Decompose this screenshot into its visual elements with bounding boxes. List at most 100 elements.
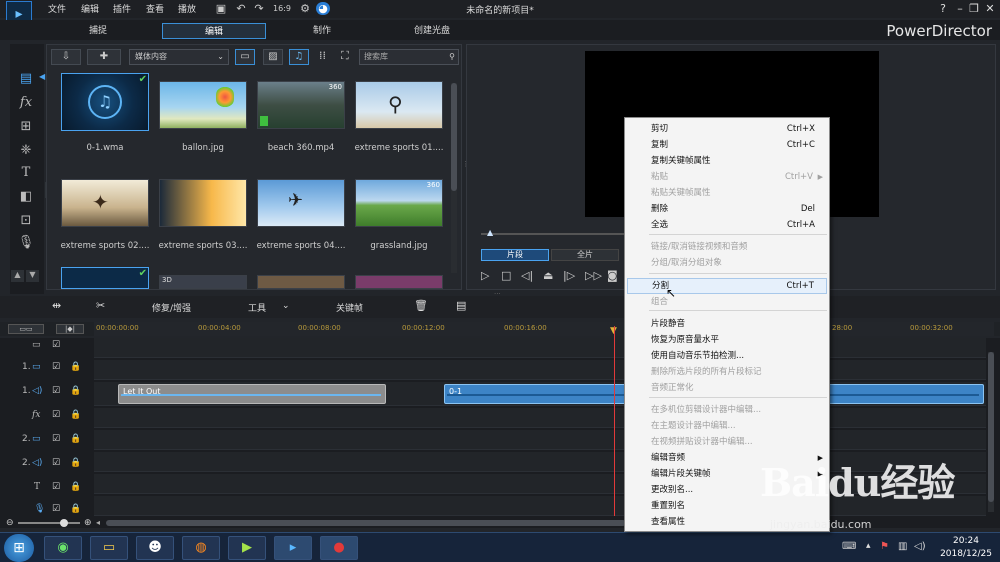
track-lane[interactable]: [94, 360, 986, 380]
split-preview-icon[interactable]: ⏏: [543, 269, 553, 282]
clock-date[interactable]: 2018/12/25: [934, 549, 998, 559]
track-enable-checkbox[interactable]: ☑: [52, 340, 60, 350]
fit-timeline-icon[interactable]: ⇹: [52, 299, 61, 312]
scroll-down-icon[interactable]: ▼: [26, 270, 39, 282]
context-menu-item[interactable]: 全选 Ctrl+A: [627, 217, 827, 233]
record-app-icon[interactable]: ●: [320, 536, 358, 560]
snapshot-icon[interactable]: ◙: [607, 269, 618, 282]
firefox-icon[interactable]: ◍: [182, 536, 220, 560]
panel-splitter-horizontal-icon[interactable]: ···: [494, 290, 508, 298]
split-scissors-icon[interactable]: ✂: [96, 299, 105, 312]
plugin-icon[interactable]: ✚: [87, 49, 121, 65]
lock-icon[interactable]: 🔒: [70, 410, 81, 420]
context-menu-item[interactable]: 删除 Del: [627, 201, 827, 217]
lock-icon[interactable]: 🔒: [70, 504, 81, 514]
clock-time[interactable]: 20:24: [938, 536, 994, 546]
volume-icon[interactable]: ◁): [914, 541, 926, 552]
fullscreen-view-icon[interactable]: ⛶: [341, 49, 355, 65]
mode-edit[interactable]: 编辑: [162, 23, 266, 39]
keyframe-button[interactable]: 关键帧: [336, 301, 363, 314]
context-menu-item[interactable]: 分割 Ctrl+T: [627, 278, 827, 294]
lock-icon[interactable]: 🔒: [70, 434, 81, 444]
track-lane[interactable]: [94, 430, 986, 450]
track-enable-checkbox[interactable]: ☑: [52, 458, 60, 468]
tab-clip-mode[interactable]: 片段: [481, 249, 549, 261]
filter-image-icon[interactable]: ▨: [263, 49, 283, 65]
library-item-partial[interactable]: [257, 275, 345, 289]
play-icon[interactable]: ▷: [481, 269, 489, 282]
delete-trash-icon[interactable]: 🗑: [414, 299, 428, 312]
title-room-icon[interactable]: T: [15, 164, 37, 182]
pip-room-icon[interactable]: ⊞: [15, 118, 37, 136]
preview-scrubber[interactable]: [481, 233, 626, 235]
restore-button[interactable]: ❐: [966, 2, 982, 15]
next-frame-icon[interactable]: |▷: [563, 269, 575, 282]
import-media-icon[interactable]: ⇩: [51, 49, 81, 65]
fast-forward-icon[interactable]: ▷▷: [585, 269, 602, 282]
tray-arrow-icon[interactable]: ▴: [866, 541, 871, 551]
transition-room-icon[interactable]: ◧: [15, 188, 37, 206]
more-functions-icon[interactable]: ▤: [456, 299, 466, 312]
zoom-in-icon[interactable]: ⊕: [84, 518, 92, 528]
tools-chevron-down-icon[interactable]: ⌄: [282, 301, 290, 311]
track-lane[interactable]: [94, 408, 986, 428]
library-scrollbar[interactable]: [451, 83, 457, 273]
filter-audio-icon[interactable]: ♫: [289, 49, 309, 65]
track-enable-checkbox[interactable]: ☑: [52, 362, 60, 372]
track-lane[interactable]: [94, 338, 986, 358]
keyboard-icon[interactable]: ⌨: [842, 541, 856, 552]
playhead-marker-icon[interactable]: ▼: [610, 326, 620, 336]
context-menu-item[interactable]: 片段静音: [627, 316, 827, 332]
network-warning-icon[interactable]: ⚑: [880, 541, 889, 552]
fix-enhance-button[interactable]: 修复/增强: [152, 301, 191, 314]
start-button-icon[interactable]: ⊞: [4, 534, 34, 562]
fx-room-icon[interactable]: fx: [15, 94, 37, 112]
app-360-browser-icon[interactable]: ◉: [44, 536, 82, 560]
media-content-select[interactable]: 媒体内容 ⌄: [129, 49, 229, 65]
library-scroll-thumb[interactable]: [451, 83, 457, 191]
context-menu-item[interactable]: 恢复为原音量水平: [627, 332, 827, 348]
timeline-vertical-scrollbar[interactable]: [988, 352, 994, 512]
library-search-input[interactable]: 搜索库 ⚲: [359, 49, 459, 65]
context-menu-item[interactable]: 复制关键帧属性: [627, 153, 827, 169]
zoom-out-icon[interactable]: ⊖: [6, 518, 14, 528]
context-menu-item[interactable]: 剪切 Ctrl+X: [627, 121, 827, 137]
powerdirector-taskbar-icon[interactable]: ▸: [274, 536, 312, 560]
timeline-vscroll-thumb[interactable]: [988, 352, 994, 502]
particle-room-icon[interactable]: ❈: [15, 142, 37, 160]
file-explorer-icon[interactable]: ▭: [90, 536, 128, 560]
filter-video-icon[interactable]: ▭: [235, 49, 255, 65]
lock-icon[interactable]: 🔒: [70, 386, 81, 396]
subtitle-room-icon[interactable]: ⊡: [15, 212, 37, 230]
track-lane[interactable]: Let It Out 0-1: [94, 382, 986, 406]
tab-movie-mode[interactable]: 全片: [551, 249, 619, 261]
track-enable-checkbox[interactable]: ☑: [52, 386, 60, 396]
track-enable-checkbox[interactable]: ☑: [52, 410, 60, 420]
mode-create-disc[interactable]: 创建光盘: [380, 23, 484, 39]
tools-button[interactable]: 工具: [248, 301, 266, 314]
stop-icon[interactable]: □: [501, 269, 511, 282]
library-item-partial[interactable]: 3D: [159, 275, 247, 289]
audio-clip[interactable]: Let It Out: [118, 384, 386, 404]
grid-view-icon[interactable]: ⁞⁞: [319, 49, 333, 65]
library-item-partial[interactable]: [355, 275, 443, 289]
mode-produce[interactable]: 制作: [270, 23, 374, 39]
playhead-line[interactable]: [614, 326, 615, 516]
scroll-left-icon[interactable]: ◂: [96, 518, 100, 527]
context-menu-item[interactable]: 使用自动音乐节拍检测...: [627, 348, 827, 364]
track-manager-icon[interactable]: ▭▭: [8, 324, 44, 334]
video-app-icon[interactable]: ▶: [228, 536, 266, 560]
track-enable-checkbox[interactable]: ☑: [52, 504, 60, 514]
track-enable-checkbox[interactable]: ☑: [52, 434, 60, 444]
library-item-partial[interactable]: ✔: [61, 267, 149, 289]
lock-icon[interactable]: 🔒: [70, 458, 81, 468]
zoom-slider[interactable]: [18, 522, 80, 524]
media-room-icon[interactable]: ▤: [15, 70, 37, 88]
timeline-ruler[interactable]: 00:00:00:00 00:00:04:00 00:00:08:00 00:0…: [94, 322, 994, 336]
timeline-hscroll-thumb[interactable]: [106, 520, 626, 526]
lock-icon[interactable]: 🔒: [70, 482, 81, 492]
zoom-slider-handle[interactable]: [60, 519, 68, 527]
track-enable-checkbox[interactable]: ☑: [52, 482, 60, 492]
mode-capture[interactable]: 捕捉: [46, 23, 150, 39]
previous-frame-icon[interactable]: ◁|: [521, 269, 533, 282]
